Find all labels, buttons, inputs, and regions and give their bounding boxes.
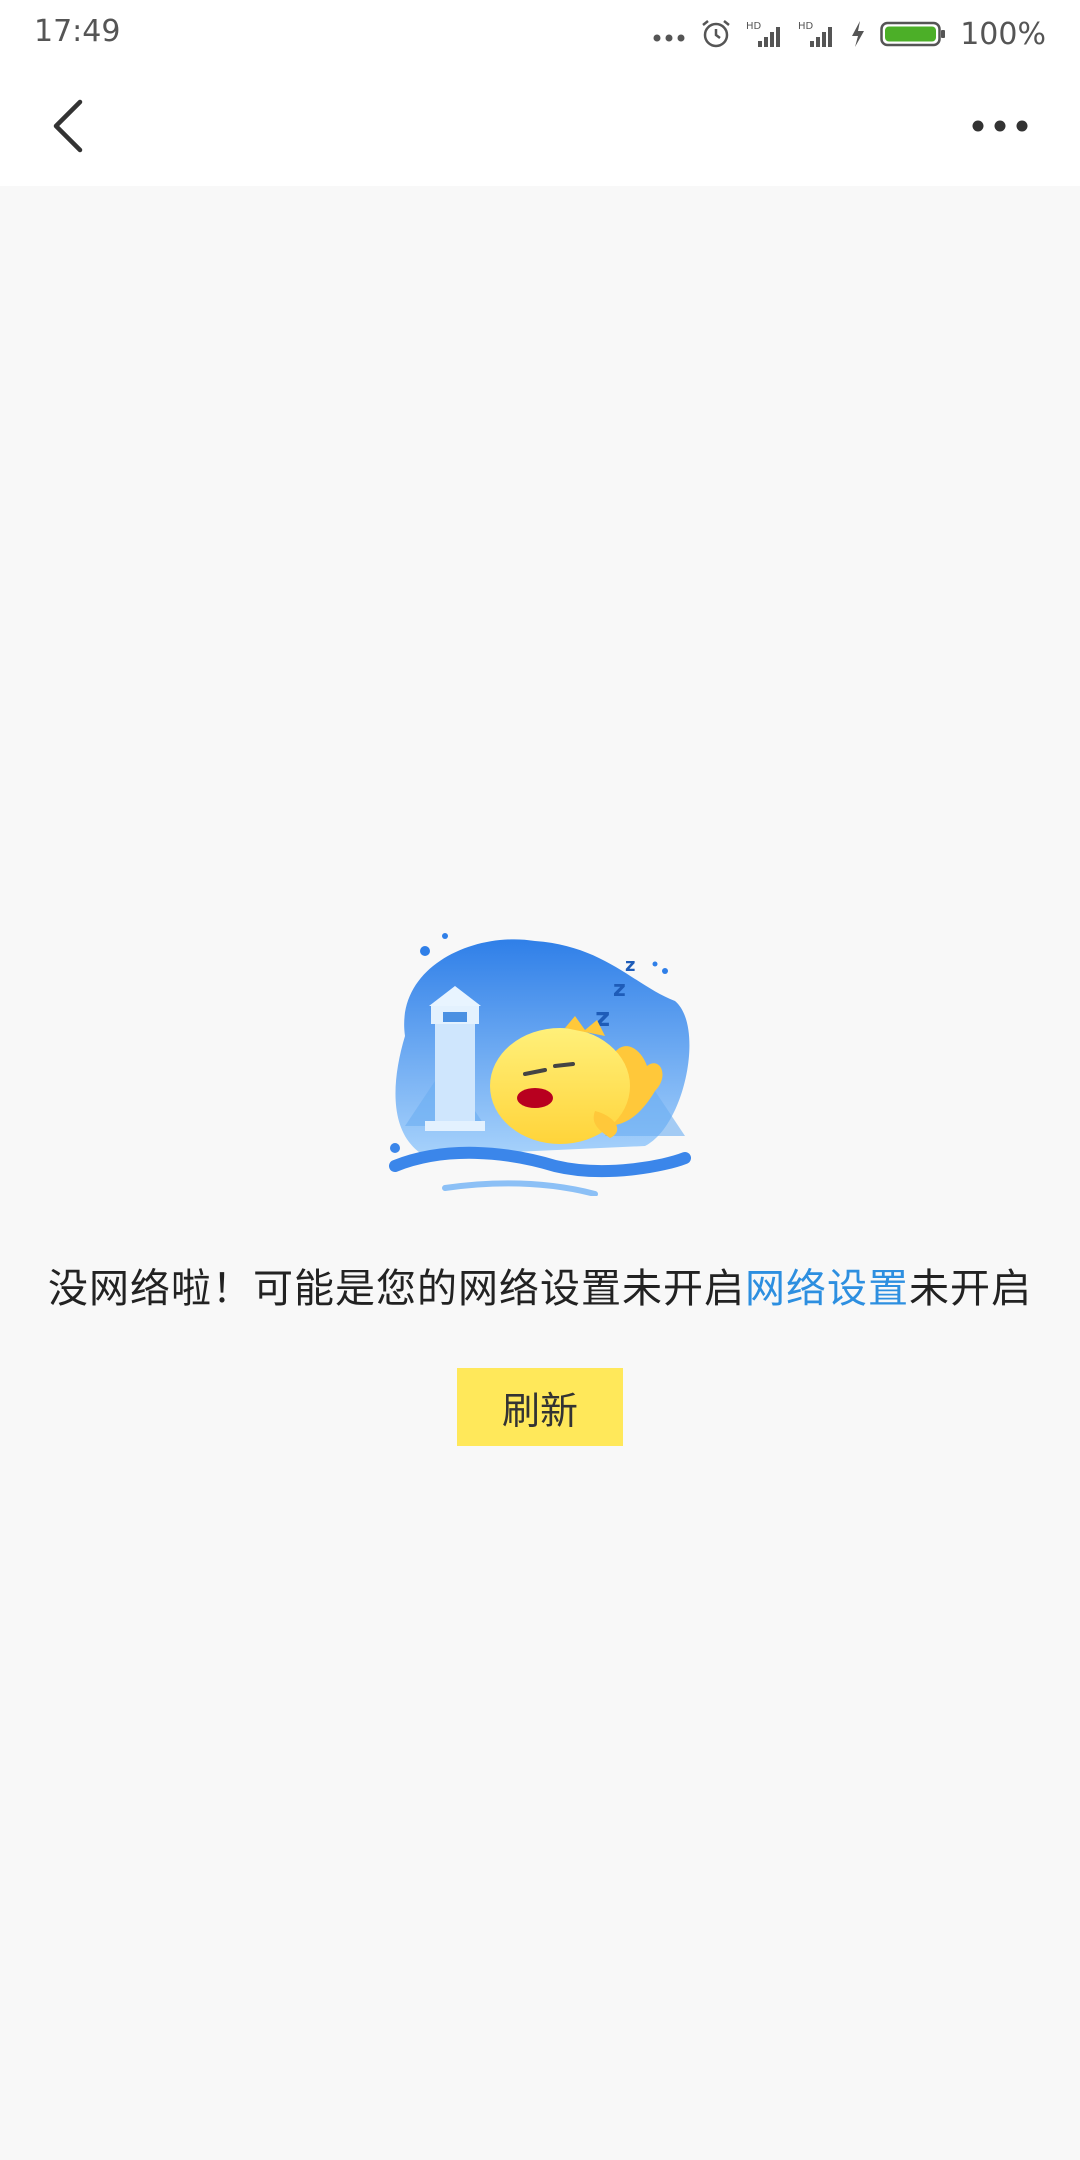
hd-signal-icon: HD xyxy=(798,21,833,47)
svg-text:z: z xyxy=(625,955,635,976)
chevron-left-icon xyxy=(53,99,83,153)
refresh-button[interactable]: 刷新 xyxy=(457,1368,623,1446)
network-settings-link[interactable]: 网络设置 xyxy=(745,1266,909,1312)
message-text: 没网络啦！可能是您的网络设置未开启 xyxy=(48,1266,745,1312)
status-icons: HD HD 100% xyxy=(652,14,1046,54)
battery-percent: 100% xyxy=(960,16,1046,52)
sleeping-fish-illustration: z z z xyxy=(389,933,691,1196)
svg-text:z: z xyxy=(613,977,626,1002)
more-options-button[interactable] xyxy=(964,94,1036,158)
message-suffix: 未开启 xyxy=(909,1266,1032,1312)
svg-text:HD: HD xyxy=(746,21,762,32)
svg-text:HD: HD xyxy=(798,21,814,32)
more-horizontal-icon xyxy=(972,120,1028,132)
hd-signal-icon: HD xyxy=(746,21,781,47)
top-nav-bar xyxy=(0,66,1080,186)
status-time: 17:49 xyxy=(34,14,121,49)
alarm-icon xyxy=(702,20,730,48)
more-dots-icon xyxy=(653,34,685,42)
status-bar: 17:49 HD HD 100% xyxy=(0,0,1080,66)
charging-icon xyxy=(852,21,865,47)
empty-state-content: z z z 没网络啦！可能是您的网络设置未开启网络设置未开启 刷新 xyxy=(0,186,1080,2160)
battery-icon xyxy=(880,21,946,47)
no-network-message: 没网络啦！可能是您的网络设置未开启网络设置未开启 xyxy=(0,1256,1080,1314)
back-button[interactable] xyxy=(40,94,104,158)
